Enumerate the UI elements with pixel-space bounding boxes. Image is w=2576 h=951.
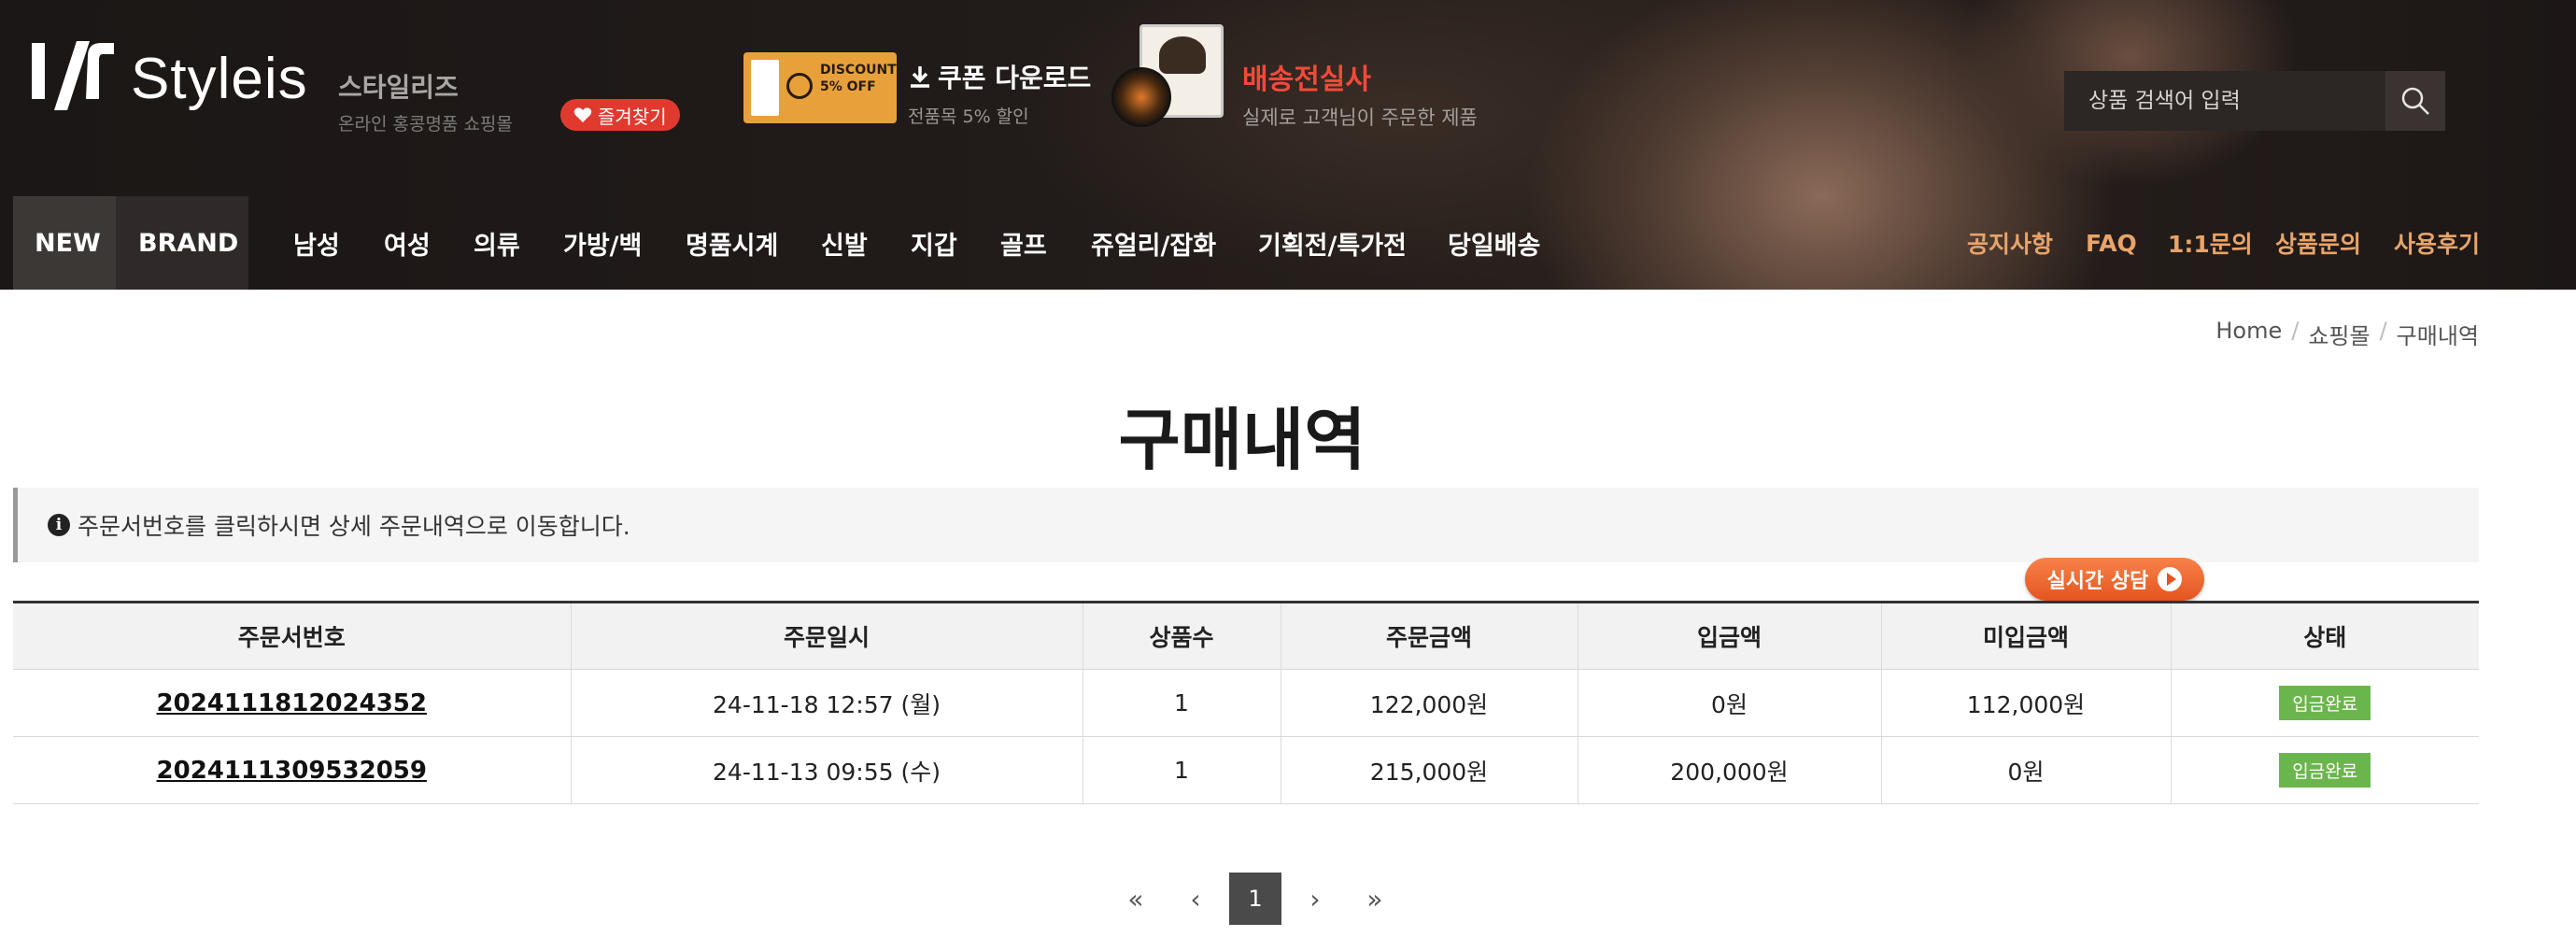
prev-page-button[interactable]: ‹ [1169,873,1222,925]
nav-item-watches[interactable]: 명품시계 [686,196,778,290]
column-header: 입금액 [1578,602,1882,670]
delivery-sub: 실제로 고객님이 주문한 제품 [1242,106,1478,129]
favorite-label: 즐겨찾기 [598,105,667,128]
column-header: 주문일시 [571,602,1083,670]
search-button[interactable] [2385,71,2445,131]
search-input[interactable] [2064,71,2385,131]
paid-amount: 200,000원 [1578,736,1882,804]
nav-item-clothing[interactable]: 의류 [474,196,520,290]
info-icon: i [48,514,70,536]
coupon-banner-image[interactable]: DISCOUNT 5% OFF [743,52,897,123]
notice-box: i 주문서번호를 클릭하시면 상세 주문내역으로 이동합니다. [13,488,2479,562]
breadcrumb: Home / 쇼핑몰 / 구매내역 [2215,318,2479,350]
notice-text: 주문서번호를 클릭하시면 상세 주문내역으로 이동합니다. [78,513,630,540]
download-icon [911,66,929,88]
order-amount: 215,000원 [1281,736,1578,804]
nav-util-reviews[interactable]: 사용후기 [2394,196,2480,290]
page-title: 구매내역 [1118,401,1366,479]
order-amount: 122,000원 [1281,669,1578,737]
search-bar [2064,71,2445,131]
nav-item-golf[interactable]: 골프 [1000,196,1047,290]
coupon-sub: 전품목 5% 할인 [908,106,1029,127]
nav-util-inquiry[interactable]: 1:1문의 [2168,196,2253,290]
camera-lens-icon [1111,67,1171,127]
order-number-link[interactable]: 2024111812024352 [157,689,427,717]
paid-amount: 0원 [1578,669,1882,737]
logo-mark-icon [32,41,114,110]
item-count: 1 [1083,669,1281,737]
column-header: 상품수 [1083,602,1281,670]
logo-text: Styleis [131,46,308,111]
nav-item-bags[interactable]: 가방/백 [563,196,642,290]
delivery-photo-image[interactable] [1111,24,1233,136]
nav-util-faq[interactable]: FAQ [2086,196,2137,290]
live-chat-label: 실시간 상담 [2046,570,2149,593]
pagination: « ‹ 1 › » [1106,873,1405,925]
coupon-badge-text: DISCOUNT 5% OFF [820,63,897,94]
nav-util-product-qna[interactable]: 상품문의 [2275,196,2361,290]
breadcrumb-separator: / [2291,318,2300,344]
column-header: 상태 [2171,602,2479,670]
nav-item-wallets[interactable]: 지갑 [911,196,957,290]
delivery-inspection-link[interactable]: 배송전실사 실제로 고객님이 주문한 제품 [1242,56,1478,131]
column-header: 주문서번호 [13,602,572,670]
brand-description: 온라인 홍콩명품 쇼핑몰 [338,114,513,135]
lock-icon [786,73,813,99]
last-page-button[interactable]: » [1349,873,1401,925]
column-header: 주문금액 [1281,602,1578,670]
logo[interactable]: Styleis [30,35,308,121]
main-nav: NEW BRAND 남성 여성 의류 가방/백 명품시계 신발 지갑 골프 쥬얼… [0,196,2576,290]
status-badge: 입금완료 [2279,686,2371,720]
order-date: 24-11-13 09:55 (수) [571,736,1083,804]
first-page-button[interactable]: « [1110,873,1162,925]
breadcrumb-shop[interactable]: 쇼핑몰 [2308,318,2370,350]
nav-item-specials[interactable]: 기획전/특가전 [1258,196,1407,290]
nav-item-women[interactable]: 여성 [384,196,431,290]
coupon-download-link[interactable]: 쿠폰 다운로드 전품목 5% 할인 [908,58,1091,128]
table-row: 2024111812024352 24-11-18 12:57 (월) 1 12… [13,669,2479,737]
nav-item-men[interactable]: 남성 [293,196,340,290]
brand-subtitle: 스타일리즈 온라인 홍콩명품 쇼핑몰 [338,67,513,135]
nav-item-brand[interactable]: BRAND [138,196,238,290]
next-page-button[interactable]: › [1289,873,1341,925]
search-icon [2401,87,2429,115]
unpaid-amount: 112,000원 [1881,669,2172,737]
brand-korean: 스타일리즈 [338,72,459,103]
favorite-button[interactable]: 즐겨찾기 [560,99,680,131]
nav-item-shoes[interactable]: 신발 [821,196,868,290]
column-header: 미입금액 [1881,602,2172,670]
nav-item-new[interactable]: NEW [35,196,101,290]
table-header-row: 주문서번호 주문일시 상품수 주문금액 입금액 미입금액 상태 [13,602,2479,670]
live-chat-button[interactable]: 실시간 상담 [2025,558,2204,601]
breadcrumb-current: 구매내역 [2396,323,2479,349]
play-icon [2158,567,2183,591]
status-badge: 입금완료 [2279,753,2371,788]
breadcrumb-separator: / [2379,318,2387,344]
orders-table: 주문서번호 주문일시 상품수 주문금액 입금액 미입금액 상태 20241118… [13,601,2479,804]
table-row: 2024111309532059 24-11-13 09:55 (수) 1 21… [13,736,2479,804]
top-bar: Styleis 스타일리즈 온라인 홍콩명품 쇼핑몰 즐겨찾기 DISCOUNT… [0,0,2576,196]
breadcrumb-home[interactable]: Home [2215,318,2282,350]
order-date: 24-11-18 12:57 (월) [571,669,1083,737]
page-number-current[interactable]: 1 [1229,873,1281,925]
delivery-title: 배송전실사 [1242,64,1371,96]
item-count: 1 [1083,736,1281,804]
coupon-title: 쿠폰 다운로드 [938,63,1092,93]
order-number-link[interactable]: 2024111309532059 [157,757,427,785]
nav-util-notice[interactable]: 공지사항 [1967,196,2053,290]
heart-icon [573,107,592,122]
unpaid-amount: 0원 [1881,736,2172,804]
coupon-tag-icon [751,60,779,116]
nav-item-same-day[interactable]: 당일배송 [1448,196,1540,290]
nav-item-jewelry[interactable]: 쥬얼리/잡화 [1091,196,1216,290]
